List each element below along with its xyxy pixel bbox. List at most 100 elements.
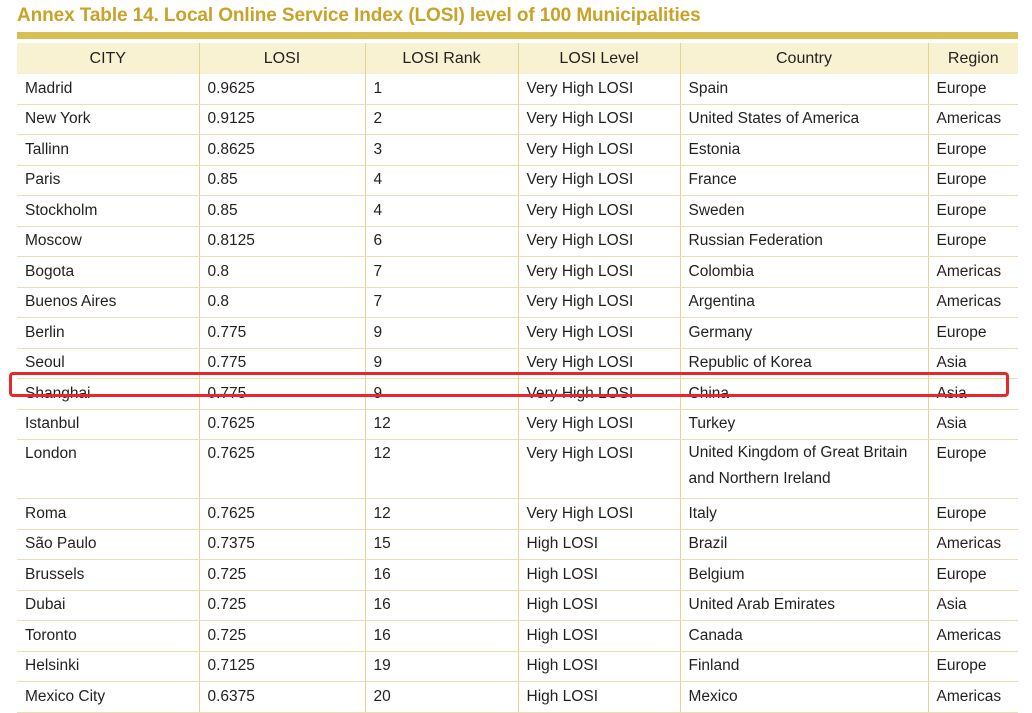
rank-cell: 3 xyxy=(364,134,518,166)
table-row: Madrid 0.9625 1 Very High LOSI Spain Europe xyxy=(17,74,1018,105)
country-cell: United Kingdom of Great Britain and Nort… xyxy=(679,439,928,499)
column-header-city: CITY xyxy=(17,43,199,74)
level-cell: High LOSI xyxy=(517,559,680,591)
country-cell: Colombia xyxy=(679,256,928,288)
country-cell: Brazil xyxy=(679,529,928,560)
column-header-losi-level: LOSI Level xyxy=(517,43,680,74)
country-cell: United Arab Emirates xyxy=(679,590,928,621)
city-cell: Mexico City xyxy=(17,681,199,713)
region-cell: Europe xyxy=(927,165,1018,196)
country-cell: China xyxy=(679,378,928,410)
region-cell: Europe xyxy=(927,498,1018,530)
level-cell: Very High LOSI xyxy=(517,287,680,318)
losi-cell: 0.7625 xyxy=(198,498,365,530)
losi-cell: 0.725 xyxy=(198,620,365,652)
level-cell: Very High LOSI xyxy=(517,378,680,410)
losi-cell: 0.8625 xyxy=(198,134,365,166)
region-cell: Americas xyxy=(927,104,1018,135)
country-cell: Mexico xyxy=(679,681,928,713)
level-cell: High LOSI xyxy=(517,681,680,713)
table-row: Seoul 0.775 9 Very High LOSI Republic of Kor… xyxy=(17,348,1018,379)
level-cell: Very High LOSI xyxy=(517,409,680,440)
rank-cell: 9 xyxy=(364,348,518,379)
region-cell: Europe xyxy=(927,195,1018,227)
region-cell: Asia xyxy=(927,348,1018,379)
level-cell: Very High LOSI xyxy=(517,317,680,349)
region-cell: Americas xyxy=(927,620,1018,652)
city-cell: Paris xyxy=(17,165,199,196)
rank-cell: 12 xyxy=(364,439,518,499)
losi-cell: 0.725 xyxy=(198,559,365,591)
rank-cell: 9 xyxy=(364,317,518,349)
region-cell: Americas xyxy=(927,681,1018,713)
city-cell: Toronto xyxy=(17,620,199,652)
losi-cell: 0.8125 xyxy=(198,226,365,257)
table-row: Brussels 0.725 16 High LOSI Belgium Europe xyxy=(17,559,1018,591)
city-cell: Seoul xyxy=(17,348,199,379)
table-row: Toronto 0.725 16 High LOSI Canada Americas xyxy=(17,620,1018,652)
city-cell: Bogota xyxy=(17,256,199,288)
region-cell: Asia xyxy=(927,378,1018,410)
country-cell: Estonia xyxy=(679,134,928,166)
losi-cell: 0.775 xyxy=(198,378,365,410)
city-cell: Roma xyxy=(17,498,199,530)
level-cell: Very High LOSI xyxy=(517,498,680,530)
country-cell: Italy xyxy=(679,498,928,530)
table-row: Helsinki 0.7125 19 High LOSI Finland Europe xyxy=(17,651,1018,682)
table-row: Istanbul 0.7625 12 Very High LOSI Turkey Asia xyxy=(17,409,1018,440)
table-row: Berlin 0.775 9 Very High LOSI Germany Europe xyxy=(17,317,1018,349)
rank-cell: 15 xyxy=(364,529,518,560)
table-row: Buenos Aires 0.8 7 Very High LOSI Argentina A… xyxy=(17,287,1018,318)
losi-cell: 0.9625 xyxy=(198,74,365,105)
table-row: Shanghai 0.775 9 Very High LOSI China Asia xyxy=(17,378,1018,410)
level-cell: Very High LOSI xyxy=(517,195,680,227)
losi-cell: 0.6375 xyxy=(198,681,365,713)
region-cell: Americas xyxy=(927,256,1018,288)
header-row: CITY LOSI LOSI Rank LOSI Level Country R… xyxy=(17,43,1018,74)
region-cell: Europe xyxy=(927,651,1018,682)
city-cell: New York xyxy=(17,104,199,135)
level-cell: Very High LOSI xyxy=(517,226,680,257)
table-title: Annex Table 14. Local Online Service Ind… xyxy=(17,5,701,26)
losi-cell: 0.9125 xyxy=(198,104,365,135)
region-cell: Europe xyxy=(927,134,1018,166)
table-row: Mexico City 0.6375 20 High LOSI Mexico Americ… xyxy=(17,681,1018,713)
rank-cell: 19 xyxy=(364,651,518,682)
region-cell: Asia xyxy=(927,409,1018,440)
table-row: Dubai 0.725 16 High LOSI United Arab Emirate… xyxy=(17,590,1018,621)
country-cell: Argentina xyxy=(679,287,928,318)
table-body: Madrid 0.9625 1 Very High LOSI Spain Europe Ne… xyxy=(17,74,1018,713)
table-row: Bogota 0.8 7 Very High LOSI Colombia Americas xyxy=(17,256,1018,288)
country-cell: Republic of Korea xyxy=(679,348,928,379)
losi-cell: 0.8 xyxy=(198,287,365,318)
losi-cell: 0.7625 xyxy=(198,409,365,440)
city-cell: Moscow xyxy=(17,226,199,257)
country-cell: Sweden xyxy=(679,195,928,227)
losi-cell: 0.775 xyxy=(198,348,365,379)
city-cell: Stockholm xyxy=(17,195,199,227)
rank-cell: 1 xyxy=(364,74,518,105)
table-row: Paris 0.85 4 Very High LOSI France Europe xyxy=(17,165,1018,196)
rank-cell: 9 xyxy=(364,378,518,410)
region-cell: Europe xyxy=(927,439,1018,499)
country-cell: Finland xyxy=(679,651,928,682)
rank-cell: 16 xyxy=(364,590,518,621)
rank-cell: 2 xyxy=(364,104,518,135)
country-cell: Turkey xyxy=(679,409,928,440)
level-cell: High LOSI xyxy=(517,651,680,682)
region-cell: Europe xyxy=(927,559,1018,591)
level-cell: High LOSI xyxy=(517,620,680,652)
table-row: New York 0.9125 2 Very High LOSI United Stat… xyxy=(17,104,1018,135)
level-cell: High LOSI xyxy=(517,529,680,560)
losi-cell: 0.7125 xyxy=(198,651,365,682)
rank-cell: 12 xyxy=(364,498,518,530)
city-cell: Helsinki xyxy=(17,651,199,682)
rank-cell: 6 xyxy=(364,226,518,257)
city-cell: São Paulo xyxy=(17,529,199,560)
country-cell: Germany xyxy=(679,317,928,349)
level-cell: Very High LOSI xyxy=(517,439,680,499)
country-cell: United States of America xyxy=(679,104,928,135)
city-cell: Istanbul xyxy=(17,409,199,440)
region-cell: Europe xyxy=(927,74,1018,105)
level-cell: Very High LOSI xyxy=(517,74,680,105)
